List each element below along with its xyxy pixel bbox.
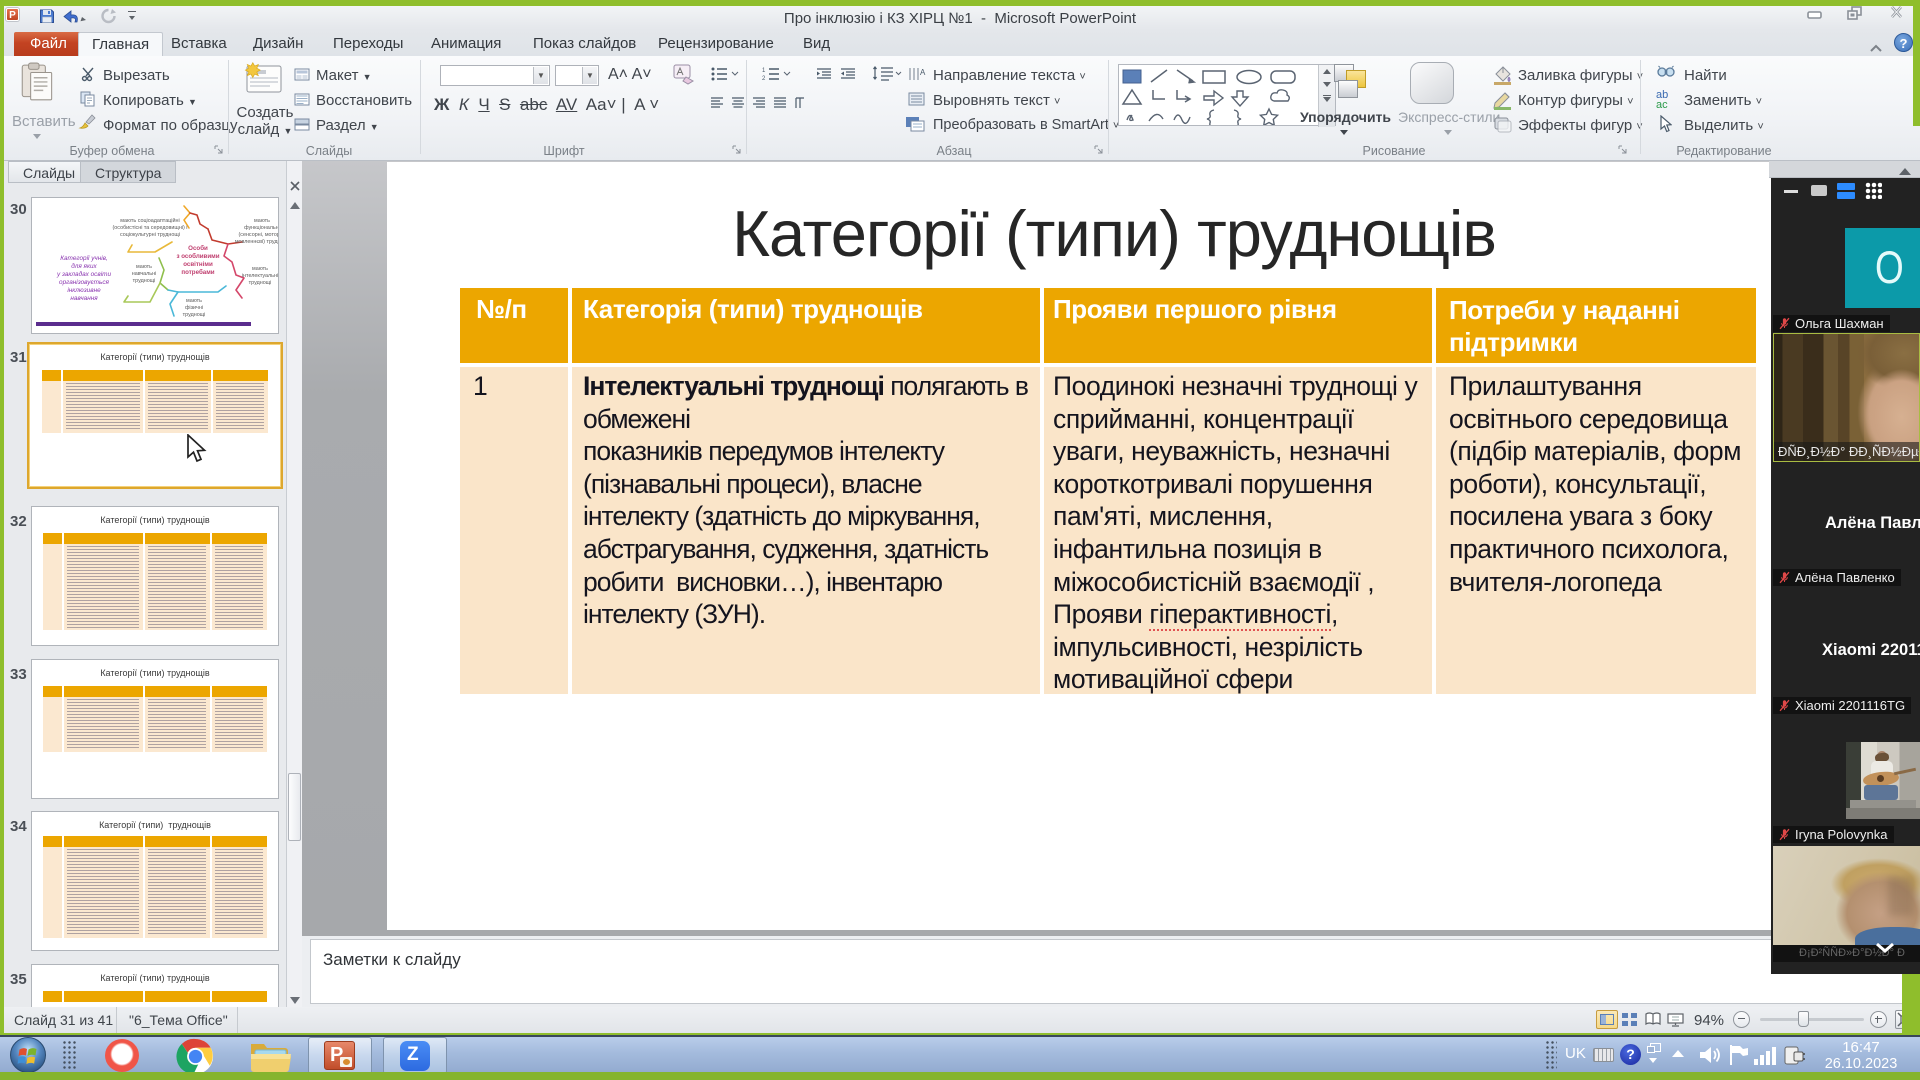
svg-text:Особи: Особи — [188, 245, 208, 252]
svg-text:Категорії учнів,: Категорії учнів, — [60, 254, 108, 262]
svg-text:мають: мають — [254, 218, 270, 224]
svg-text:з особливими: з особливими — [176, 253, 219, 260]
svg-text:соціокультурні труднощі: соціокультурні труднощі — [120, 232, 180, 238]
svg-text:мають: мають — [186, 298, 202, 304]
svg-text:труднощі: труднощі — [183, 312, 206, 318]
svg-text:2: 2 — [762, 76, 766, 81]
svg-text:фізичні: фізичні — [185, 305, 203, 311]
svg-text:інтелектуальні: інтелектуальні — [242, 273, 278, 279]
svg-text:освітніми: освітніми — [183, 261, 213, 268]
svg-text:труднощі: труднощі — [249, 280, 272, 286]
svg-text:мовленнєві) труднощі: мовленнєві) труднощі — [235, 239, 278, 245]
svg-text:мають соціоадаптаційні: мають соціоадаптаційні — [120, 217, 179, 224]
svg-text:навчання: навчання — [70, 295, 98, 302]
svg-text:інклюзивне: інклюзивне — [67, 286, 101, 294]
svg-text:організовується: організовується — [59, 278, 109, 286]
svg-text:функціональні: функціональні — [244, 225, 278, 231]
svg-text:мають: мають — [252, 266, 268, 272]
svg-text:(сенсорні, моторні,: (сенсорні, моторні, — [238, 232, 278, 238]
svg-text:у закладах освіти: у закладах освіти — [56, 270, 111, 278]
svg-text:A: A — [920, 68, 926, 77]
svg-text:труднощі: труднощі — [133, 278, 156, 284]
svg-text:мають: мають — [136, 264, 152, 270]
svg-text:1: 1 — [762, 68, 766, 74]
svg-text:потребами: потребами — [181, 269, 214, 276]
svg-text:для яких: для яких — [71, 262, 97, 270]
svg-text:навчальні: навчальні — [132, 271, 157, 277]
svg-text:(особистісні та середовищні) і: (особистісні та середовищні) і — [113, 225, 188, 231]
